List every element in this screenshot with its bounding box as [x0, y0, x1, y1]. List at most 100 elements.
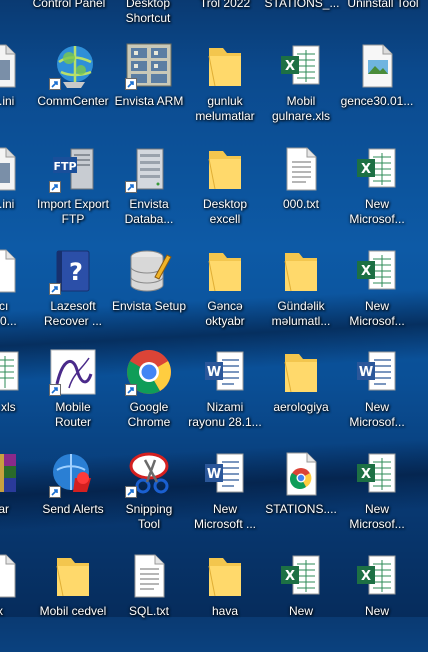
- desktop-item-mobil-cedvel[interactable]: Mobil cedvel: [35, 552, 111, 652]
- svg-text:X: X: [361, 264, 371, 279]
- desktop-item-desktop-excell[interactable]: Desktop excell: [187, 145, 263, 245]
- excel-file-icon: [0, 348, 24, 396]
- svg-text:X: X: [361, 467, 371, 482]
- mobile-router-icon: [49, 348, 97, 396]
- desktop-item-gundelik-melumatlar[interactable]: Gündəlik məlumatl...: [263, 247, 339, 347]
- item-label: Snipping Tool: [125, 502, 173, 531]
- svg-text:X: X: [285, 569, 295, 584]
- excel-file-icon: X: [277, 552, 325, 600]
- database-server-icon: [125, 145, 173, 193]
- shortcut-arrow-icon: [125, 78, 137, 90]
- excel-file-icon: X: [277, 42, 325, 90]
- desktop-item-new-word-1[interactable]: W New Microsof...: [339, 348, 415, 448]
- excel-file-icon: X: [353, 247, 401, 295]
- desktop-label-control-panel[interactable]: Control Panel: [24, 0, 114, 11]
- shortcut-arrow-icon: [49, 384, 61, 396]
- desktop-item-google-chrome[interactable]: Google Chrome: [111, 348, 187, 448]
- svg-text:FTP: FTP: [53, 160, 76, 173]
- envista-grid-icon: [125, 42, 173, 90]
- image-file-icon: [353, 42, 401, 90]
- desktop-item-partial-1[interactable]: rıcı07.0...: [0, 247, 38, 347]
- folder-icon: [201, 42, 249, 90]
- desktop-item-new-excel-1[interactable]: X New Microsof...: [339, 145, 415, 245]
- desktop-item-gence-oktyabr[interactable]: Gəncə oktyabr: [187, 247, 263, 347]
- item-label: gence30.01...: [340, 94, 414, 108]
- desktop-item-op-ini-2[interactable]: op.ini: [0, 145, 38, 245]
- desktop-item-partial-xls[interactable]: 24.xls: [0, 348, 38, 448]
- text-file-icon: [0, 247, 24, 295]
- shortcut-arrow-icon: [49, 181, 61, 193]
- desktop-item-new-word-2[interactable]: W New Microsoft ...: [187, 450, 263, 550]
- excel-file-icon: X: [353, 552, 401, 600]
- item-label: Envista Databa...: [124, 197, 174, 226]
- desktop-item-gunluk-melumatlar[interactable]: gunluk melumatlar: [187, 42, 263, 142]
- word-file-icon: W: [201, 348, 249, 396]
- desktop-item-partial-rar[interactable]: .rar: [0, 450, 38, 550]
- desktop-item-mobile-router[interactable]: Mobile Router: [35, 348, 111, 448]
- desktop-label-uninstall-tool[interactable]: Uninstall Tool: [338, 0, 428, 11]
- desktop-item-envista-database[interactable]: Envista Databa...: [111, 145, 187, 245]
- desktop-item-import-export-ftp[interactable]: FTP Import Export FTP: [35, 145, 111, 245]
- desktop-item-aerologiya[interactable]: aerologiya: [263, 348, 339, 448]
- desktop-label-stations[interactable]: STATIONS_...: [257, 0, 347, 11]
- ftp-server-icon: FTP: [49, 145, 97, 193]
- excel-file-icon: X: [353, 145, 401, 193]
- item-label: Mobil gulnare.xls: [271, 94, 331, 123]
- desktop-item-send-alerts[interactable]: Send Alerts: [35, 450, 111, 550]
- folder-icon: [201, 247, 249, 295]
- svg-text:X: X: [361, 162, 371, 177]
- svg-text:W: W: [207, 365, 221, 380]
- item-label: CommCenter: [37, 94, 109, 108]
- item-label: New Microsof...: [349, 400, 405, 429]
- chrome-html-file-icon: [277, 450, 325, 498]
- word-file-icon: W: [353, 348, 401, 396]
- folder-icon: [201, 145, 249, 193]
- item-label: STATIONS....: [265, 502, 337, 516]
- text-file-icon: [125, 552, 173, 600]
- desktop-item-000-txt[interactable]: 000.txt: [263, 145, 339, 245]
- item-label: Send Alerts: [42, 502, 104, 516]
- text-file-icon: [0, 552, 24, 600]
- desktop-item-mobil-gulnare[interactable]: X Mobil gulnare.xls: [263, 42, 339, 142]
- svg-text:X: X: [285, 59, 295, 74]
- desktop-item-op-ini[interactable]: op.ini: [0, 42, 38, 142]
- desktop-item-envista-arm[interactable]: Envista ARM: [111, 42, 187, 142]
- desktop-item-snipping-tool[interactable]: Snipping Tool: [111, 450, 187, 550]
- desktop-item-new-excel-5[interactable]: X New: [339, 552, 415, 652]
- item-label: gunluk melumatlar: [195, 94, 255, 123]
- folder-icon: [49, 552, 97, 600]
- desktop-item-new-excel-2[interactable]: X New Microsof...: [339, 247, 415, 347]
- svg-text:?: ?: [69, 258, 83, 286]
- item-label: New Microsof...: [349, 197, 405, 226]
- desktop-item-new-excel-3[interactable]: X New Microsof...: [339, 450, 415, 550]
- folder-icon: [201, 552, 249, 600]
- desktop-item-stations-html[interactable]: STATIONS....: [263, 450, 339, 550]
- help-book-icon: ?: [49, 247, 97, 295]
- desktop-item-commcenter[interactable]: CommCenter: [35, 42, 111, 142]
- svg-text:X: X: [361, 569, 371, 584]
- folder-icon: [277, 348, 325, 396]
- shortcut-arrow-icon: [49, 486, 61, 498]
- desktop-item-partial-6[interactable]: x: [0, 552, 38, 652]
- item-label: New Microsoft ...: [193, 502, 256, 531]
- desktop-item-new-excel-4[interactable]: X New: [263, 552, 339, 652]
- word-file-icon: W: [201, 450, 249, 498]
- ini-file-icon: [0, 145, 24, 193]
- item-label: Gündəlik məlumatl...: [271, 299, 331, 328]
- desktop-item-sql-txt[interactable]: SQL.txt: [111, 552, 187, 652]
- text-file-icon: [277, 145, 325, 193]
- desktop-item-gence30[interactable]: gence30.01...: [339, 42, 415, 142]
- desktop-item-hava[interactable]: hava: [187, 552, 263, 652]
- item-label: Envista ARM: [114, 94, 184, 108]
- ini-file-icon: [0, 42, 24, 90]
- winrar-archive-icon: [0, 450, 24, 498]
- shortcut-arrow-icon: [125, 486, 137, 498]
- desktop-item-nizami-rayonu[interactable]: W Nizami rayonu 28.1...: [187, 348, 263, 448]
- desktop-item-envista-setup[interactable]: Envista Setup: [111, 247, 187, 347]
- item-label: Mobile Router: [54, 400, 92, 429]
- desktop-item-lazesoft-recover[interactable]: ? Lazesoft Recover ...: [35, 247, 111, 347]
- svg-text:W: W: [359, 365, 373, 380]
- item-label: Envista Setup: [111, 299, 187, 313]
- alert-globe-icon: [49, 450, 97, 498]
- shortcut-arrow-icon: [125, 181, 137, 193]
